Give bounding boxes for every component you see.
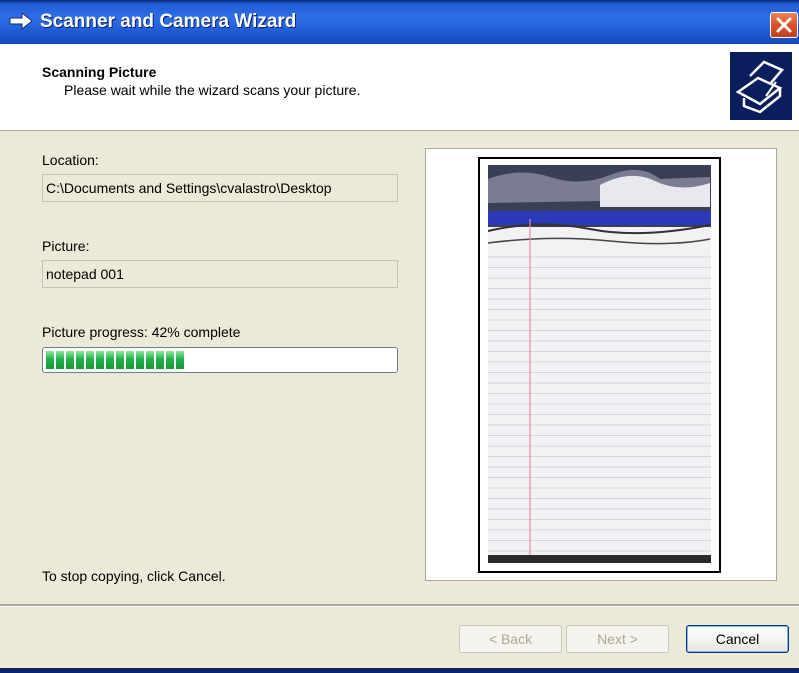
progress-block <box>96 351 104 369</box>
progress-block <box>166 351 174 369</box>
page-title: Scanning Picture <box>42 64 157 80</box>
progress-fill <box>46 351 192 369</box>
progress-block <box>46 351 54 369</box>
picture-label: Picture: <box>42 238 90 254</box>
back-button-label: < Back <box>488 631 533 647</box>
window-bottom-border <box>0 668 799 673</box>
progress-label: Picture progress: 42% complete <box>42 324 241 340</box>
page-subtitle: Please wait while the wizard scans your … <box>64 82 361 98</box>
title-bar[interactable]: Scanner and Camera Wizard <box>0 0 799 44</box>
progress-block <box>116 351 124 369</box>
progress-block <box>156 351 164 369</box>
wizard-arrow-icon <box>9 11 33 31</box>
location-label: Location: <box>42 152 99 168</box>
window-title: Scanner and Camera Wizard <box>40 11 297 32</box>
footer-separator <box>0 604 799 607</box>
next-button-label: Next > <box>597 631 638 647</box>
preview-frame <box>478 157 721 573</box>
progress-block <box>56 351 64 369</box>
close-icon <box>776 17 792 33</box>
back-button[interactable]: < Back <box>459 625 562 653</box>
next-button[interactable]: Next > <box>566 625 669 653</box>
close-button[interactable] <box>770 12 798 38</box>
wizard-header: Scanning Picture Please wait while the w… <box>0 44 799 131</box>
scanned-notepad-image <box>487 165 711 563</box>
picture-progress-bar <box>42 347 398 373</box>
scanner-wizard-icon <box>730 52 792 120</box>
progress-block <box>146 351 154 369</box>
wizard-window: Scanner and Camera Wizard Scanning Pictu… <box>0 0 799 673</box>
location-field: C:\Documents and Settings\cvalastro\Desk… <box>42 174 398 202</box>
picture-field: notepad 001 <box>42 260 398 288</box>
progress-block <box>66 351 74 369</box>
progress-block <box>126 351 134 369</box>
cancel-button-label: Cancel <box>715 631 760 647</box>
progress-block <box>106 351 114 369</box>
progress-block <box>76 351 84 369</box>
progress-block <box>176 351 184 369</box>
progress-block <box>136 351 144 369</box>
progress-block <box>86 351 94 369</box>
cancel-button[interactable]: Cancel <box>686 625 789 653</box>
stop-instructions: To stop copying, click Cancel. <box>42 568 226 584</box>
